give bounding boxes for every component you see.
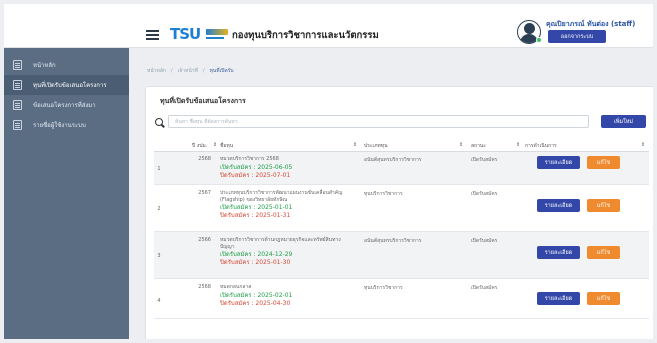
status-badge: เปิดรับสมัคร xyxy=(471,191,498,197)
table-row: 3 2566 หมวดบริการวิชาการด้านกฎหมายธุรกิจ… xyxy=(154,232,649,279)
sidebar-item-label: ทุนที่เปิดรับข้อเสนอโครงการ xyxy=(33,82,107,89)
row-number: 2 xyxy=(157,206,161,212)
tsu-logo: TSU xyxy=(170,24,230,44)
sidebar-item-label: รายชื่อผู้ใช้งานระบบ xyxy=(33,122,86,129)
edit-button[interactable]: แก้ไข xyxy=(587,156,620,169)
row-year: 2568 xyxy=(198,284,211,290)
table-row: 4 2568 หมดกลนกลาส เปิดรับสมัคร : 2025-02… xyxy=(154,279,649,319)
sidebar-item-open-grants[interactable]: ทุนที่เปิดรับข้อเสนอโครงการ xyxy=(4,75,129,95)
grant-name: หมดกลนกลาส xyxy=(220,284,252,290)
open-date: เปิดรับสมัคร : 2024-12-29 xyxy=(220,251,293,258)
row-year: 2566 xyxy=(198,237,211,243)
search-icon xyxy=(155,118,165,128)
grant-type: อนันต์สุนทรบริการวิชาการ xyxy=(364,157,422,163)
sidebar-item-label: ข้อเสนอโครงการที่ส่งมา xyxy=(33,102,96,109)
row-year: 2567 xyxy=(198,190,211,196)
grant-type: อนันต์สุนทรบริการวิชาการ xyxy=(364,238,422,244)
table-row: 2 2567 ประเภททุนบริการวิชาการพัฒนาแผนงาน… xyxy=(154,185,649,232)
status-badge: เปิดรับสมัคร xyxy=(471,285,498,291)
logo-text: TSU xyxy=(170,25,201,43)
sort-icon[interactable]: ⇕ xyxy=(641,142,645,148)
breadcrumb-staff-link[interactable]: เจ้าหน้าที่ xyxy=(178,68,198,74)
breadcrumb-home-link[interactable]: หน้าหลัก xyxy=(147,68,166,74)
row-number: 1 xyxy=(157,166,161,172)
grant-name: หมวดบริการวิชาการ 2568 xyxy=(220,156,279,162)
sidebar-item-users[interactable]: รายชื่อผู้ใช้งานระบบ xyxy=(4,115,129,135)
grants-card: ทุนที่เปิดรับข้อเสนอโครงการ เพิ่มใหม่ ปี… xyxy=(145,86,653,339)
hamburger-menu-icon[interactable] xyxy=(146,30,159,40)
grant-type: ทุนบริการวิชาการ xyxy=(364,285,403,291)
app-frame: TSU กองทุนบริการวิชาการและนวัตกรรม คุณปิ… xyxy=(4,4,653,339)
grant-type: ทุนบริการวิชาการ xyxy=(364,191,403,197)
open-date: เปิดรับสมัคร : 2025-02-01 xyxy=(220,291,293,299)
add-new-button[interactable]: เพิ่มใหม่ xyxy=(601,115,646,128)
breadcrumb: หน้าหลัก / เจ้าหน้าที่ / ทุนที่เปิดรับ xyxy=(147,68,234,74)
sort-icon[interactable]: ⇕ xyxy=(459,142,463,148)
status-badge: เปิดรับสมัคร xyxy=(471,238,498,244)
detail-button[interactable]: รายละเอียด xyxy=(537,246,580,259)
grant-name: ประเภททุนบริการวิชาการพัฒนาแผนงานขับเคลื… xyxy=(220,190,343,203)
edit-button[interactable]: แก้ไข xyxy=(587,292,620,305)
column-header-type[interactable]: ประเภททุน xyxy=(364,142,388,150)
sidebar-item-submitted-proposals[interactable]: ข้อเสนอโครงการที่ส่งมา xyxy=(4,95,129,115)
search-input[interactable] xyxy=(168,115,589,128)
column-header-status[interactable]: สถานะ xyxy=(471,142,486,150)
row-number: 3 xyxy=(157,253,161,259)
sidebar-item-label: หน้าหลัก xyxy=(33,62,56,69)
table-header: ปี งปม. ⇕ ชื่อทุน ⇕ ประเภททุน ⇕ สถานะ ⇕ … xyxy=(154,139,649,152)
row-name-cell: หมวดบริการวิชาการ 2568 เปิดรับสมัคร : 20… xyxy=(220,156,352,180)
sort-icon[interactable]: ⇕ xyxy=(353,142,357,148)
sort-icon[interactable]: ⇕ xyxy=(516,142,520,148)
edit-icon xyxy=(13,80,22,90)
column-header-actions: การดำเนินการ xyxy=(525,143,557,149)
sidebar-item-home[interactable]: หน้าหลัก xyxy=(4,55,129,75)
logout-button[interactable]: ออกจากระบบ xyxy=(548,30,606,43)
top-header: TSU กองทุนบริการวิชาการและนวัตกรรม คุณปิ… xyxy=(4,4,653,48)
users-icon xyxy=(13,120,22,130)
row-name-cell: หมวดบริการวิชาการด้านกฎหมายธุรกิจและทรัพ… xyxy=(220,237,352,267)
user-name: คุณปิยาภรณ์ ทันต่อง (staff) xyxy=(546,20,636,28)
card-title: ทุนที่เปิดรับข้อเสนอโครงการ xyxy=(160,97,246,105)
detail-button[interactable]: รายละเอียด xyxy=(537,292,580,305)
row-name-cell: ประเภททุนบริการวิชาการพัฒนาแผนงานขับเคลื… xyxy=(220,190,352,220)
sidebar: หน้าหลัก ทุนที่เปิดรับข้อเสนอโครงการ ข้อ… xyxy=(4,48,129,339)
detail-button[interactable]: รายละเอียด xyxy=(537,199,580,212)
edit-button[interactable]: แก้ไข xyxy=(587,199,620,212)
open-date: เปิดรับสมัคร : 2025-01-01 xyxy=(220,204,293,211)
open-date: เปิดรับสมัคร : 2025-06-05 xyxy=(220,163,293,171)
detail-button[interactable]: รายละเอียด xyxy=(537,156,580,169)
close-date: ปิดรับสมัคร : 2025-01-31 xyxy=(220,212,291,219)
close-date: ปิดรับสมัคร : 2025-01-30 xyxy=(220,259,291,266)
edit-button[interactable]: แก้ไข xyxy=(587,246,620,259)
status-badge: เปิดรับสมัคร xyxy=(471,157,498,163)
sort-icon[interactable]: ⇕ xyxy=(213,142,217,148)
row-name-cell: หมดกลนกลาส เปิดรับสมัคร : 2025-02-01 ปิด… xyxy=(220,284,352,308)
home-icon xyxy=(13,60,22,70)
column-header-year[interactable]: ปี งปม. xyxy=(192,142,207,150)
grants-table: ปี งปม. ⇕ ชื่อทุน ⇕ ประเภททุน ⇕ สถานะ ⇕ … xyxy=(154,139,649,319)
close-date: ปิดรับสมัคร : 2025-04-30 xyxy=(220,299,291,307)
close-date: ปิดรับสมัคร : 2025-07-01 xyxy=(220,171,291,179)
table-row: 1 2568 หมวดบริการวิชาการ 2568 เปิดรับสมั… xyxy=(154,152,649,185)
app-title: กองทุนบริการวิชาการและนวัตกรรม xyxy=(232,30,379,41)
row-year: 2568 xyxy=(198,156,211,162)
online-status-icon xyxy=(536,37,542,43)
grant-name: หมวดบริการวิชาการด้านกฎหมายธุรกิจและทรัพ… xyxy=(220,237,341,250)
document-icon xyxy=(13,100,22,110)
column-header-name[interactable]: ชื่อทุน xyxy=(220,142,233,150)
row-number: 4 xyxy=(157,298,161,304)
breadcrumb-current: ทุนที่เปิดรับ xyxy=(209,68,234,74)
